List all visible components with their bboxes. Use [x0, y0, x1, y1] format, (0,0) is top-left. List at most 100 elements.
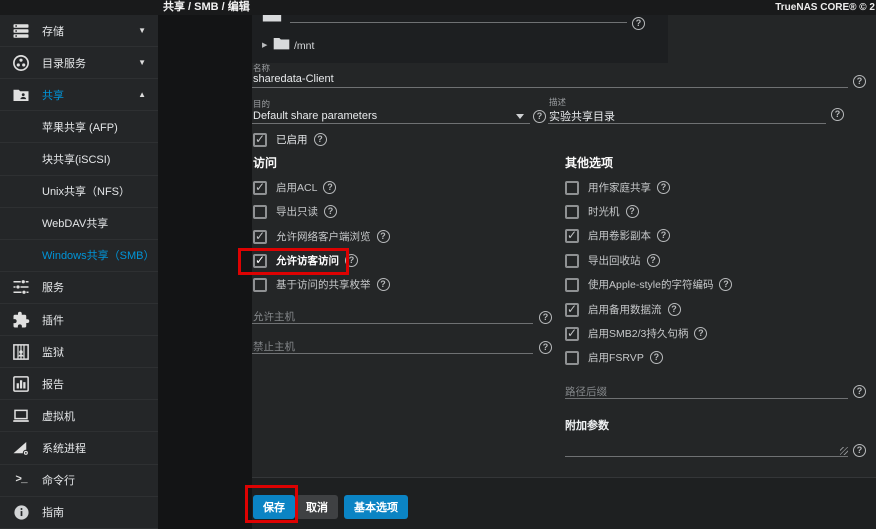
checkbox-icon[interactable]	[565, 180, 579, 195]
chevron-down-icon[interactable]: ▼	[138, 26, 146, 35]
help-icon[interactable]: ?	[323, 181, 337, 194]
checkbox-home-share[interactable]: 用作家庭共享 ?	[565, 179, 670, 196]
help-icon[interactable]: ?	[657, 181, 670, 194]
chevron-up-icon[interactable]: ▲	[138, 90, 146, 99]
checkbox-time-machine[interactable]: 时光机 ?	[565, 203, 639, 220]
sidebar-item-nfs[interactable]: Unix共享（NFS）	[0, 176, 158, 208]
cancel-button[interactable]: 取消	[296, 495, 338, 519]
help-icon[interactable]: ?	[853, 385, 866, 398]
resize-handle-icon[interactable]	[840, 447, 848, 455]
description-underline	[548, 123, 826, 124]
hosts-deny-input[interactable]: 禁止主机	[253, 339, 295, 354]
checkbox-icon[interactable]: ✓	[253, 180, 267, 195]
checkbox-icon[interactable]	[253, 277, 267, 292]
checkbox-icon[interactable]: ✓	[565, 302, 579, 317]
checkbox-label: 启用ACL	[276, 182, 318, 194]
help-icon[interactable]: ?	[625, 205, 639, 218]
extra-params-textarea[interactable]	[565, 456, 848, 457]
checkbox-icon[interactable]: ✓	[565, 228, 579, 243]
sidebar-item-vm[interactable]: 虚拟机	[0, 400, 158, 433]
checkbox-enabled[interactable]: ✓ 已启用 ?	[253, 131, 327, 148]
checkbox-alternate-data-streams[interactable]: ✓ 启用备用数据流 ?	[565, 301, 681, 318]
sidebar-item-afp[interactable]: 苹果共享 (AFP)	[0, 111, 158, 144]
sidebar-item-label: 服务	[42, 282, 64, 295]
dropdown-arrow-icon[interactable]	[516, 114, 524, 119]
checkbox-export-readonly[interactable]: 导出只读 ?	[253, 203, 337, 220]
checkbox-shadow-copies[interactable]: ✓ 启用卷影副本 ?	[565, 227, 670, 244]
sidebar-item-plugins[interactable]: 插件	[0, 304, 158, 337]
checkbox-smb23-durable-handles[interactable]: ✓ 启用SMB2/3持久句柄 ?	[565, 325, 708, 342]
checkbox-icon[interactable]	[253, 204, 267, 219]
help-icon[interactable]: ?	[657, 229, 670, 242]
check-icon: ✓	[254, 131, 266, 146]
checkbox-export-recycle-bin[interactable]: 导出回收站 ?	[565, 252, 660, 269]
help-icon[interactable]: ?	[539, 311, 552, 324]
help-icon[interactable]: ?	[632, 17, 645, 30]
checkbox-apple-style-encoding[interactable]: 使用Apple-style的字符编码 ?	[565, 276, 733, 293]
checkbox-enable-acl[interactable]: ✓ 启用ACL ?	[253, 179, 337, 196]
smb-edit-form: ? ▶ /mnt 名称 sharedata-Client ? 目的 Defaul…	[238, 15, 876, 529]
path-input[interactable]	[290, 22, 627, 23]
checkbox-browsable[interactable]: ✓ 允许网络客户端浏览 ?	[253, 228, 390, 245]
checkbox-label: 基于访问的共享枚举	[276, 279, 371, 291]
help-icon[interactable]: ?	[539, 341, 552, 354]
sidebar-item-guide[interactable]: 指南	[0, 497, 158, 529]
help-icon[interactable]: ?	[719, 278, 733, 291]
sidebar-item-label: 插件	[42, 314, 64, 327]
folder-shared-icon	[10, 85, 32, 105]
purpose-select[interactable]: Default share parameters	[253, 110, 377, 122]
help-icon[interactable]: ?	[649, 351, 663, 364]
form-footer: 保存 取消 基本选项	[252, 477, 876, 529]
sidebar-item-storage[interactable]: 存储 ▼	[0, 15, 158, 48]
sidebar-item-system-processes[interactable]: 系统进程	[0, 432, 158, 465]
access-section-title: 访问	[253, 156, 278, 170]
checkbox-icon[interactable]	[565, 277, 579, 292]
checkbox-icon[interactable]: ✓	[253, 229, 267, 244]
name-underline	[252, 87, 848, 88]
help-icon[interactable]: ?	[376, 278, 390, 291]
help-icon[interactable]: ?	[533, 110, 546, 123]
help-icon[interactable]: ?	[853, 75, 866, 88]
tree-node-mnt[interactable]: /mnt	[294, 40, 314, 52]
vm-icon	[10, 406, 32, 426]
help-icon[interactable]: ?	[376, 230, 390, 243]
help-icon[interactable]: ?	[646, 254, 660, 267]
name-value[interactable]: sharedata-Client	[253, 73, 334, 85]
checkbox-icon[interactable]: ✓	[253, 131, 267, 147]
hosts-allow-input[interactable]: 允许主机	[253, 309, 295, 324]
sidebar-item-sharing[interactable]: 共享 ▲	[0, 79, 158, 112]
jails-icon	[10, 342, 32, 362]
checkbox-access-based-enumeration[interactable]: 基于访问的共享枚举 ?	[253, 276, 390, 293]
brand-text: TrueNAS CORE® © 2	[775, 2, 875, 13]
description-value[interactable]: 实验共享目录	[549, 108, 615, 124]
sidebar-item-services[interactable]: 服务	[0, 272, 158, 304]
help-icon[interactable]: ?	[313, 133, 327, 146]
path-suffix-input[interactable]: 路径后缀	[565, 384, 607, 399]
chevron-down-icon[interactable]: ▼	[138, 58, 146, 67]
breadcrumb[interactable]: 共享 / SMB / 编辑	[163, 0, 250, 15]
sidebar-item-webdav[interactable]: WebDAV共享	[0, 208, 158, 240]
sidebar-item-jails[interactable]: 监狱	[0, 336, 158, 369]
checkbox-icon[interactable]	[565, 350, 579, 365]
checkbox-icon[interactable]: ✓	[565, 326, 579, 341]
tree-expand-icon[interactable]: ▶	[262, 41, 267, 49]
sidebar-item-reporting[interactable]: 报告	[0, 368, 158, 401]
checkbox-label: 用作家庭共享	[588, 182, 651, 194]
checkbox-icon[interactable]	[565, 253, 579, 268]
checkbox-icon[interactable]	[565, 204, 579, 219]
basic-options-button[interactable]: 基本选项	[344, 495, 408, 519]
shell-icon: >_	[15, 474, 27, 487]
sidebar-item-smb[interactable]: Windows共享（SMB）	[0, 240, 158, 272]
sidebar-item-directory-services[interactable]: 目录服务 ▼	[0, 47, 158, 80]
storage-icon	[10, 21, 32, 41]
help-icon[interactable]: ?	[667, 303, 681, 316]
help-icon[interactable]: ?	[694, 327, 708, 340]
sidebar-item-shell[interactable]: >_ 命令行	[0, 465, 158, 497]
checkbox-label: 启用FSRVP	[588, 352, 644, 364]
help-icon[interactable]: ?	[853, 444, 866, 457]
sidebar-item-iscsi[interactable]: 块共享(iSCSI)	[0, 143, 158, 176]
checkbox-fsrvp[interactable]: 启用FSRVP ?	[565, 349, 663, 366]
path-suffix-underline	[565, 398, 848, 399]
help-icon[interactable]: ?	[324, 205, 337, 218]
help-icon[interactable]: ?	[831, 108, 844, 121]
